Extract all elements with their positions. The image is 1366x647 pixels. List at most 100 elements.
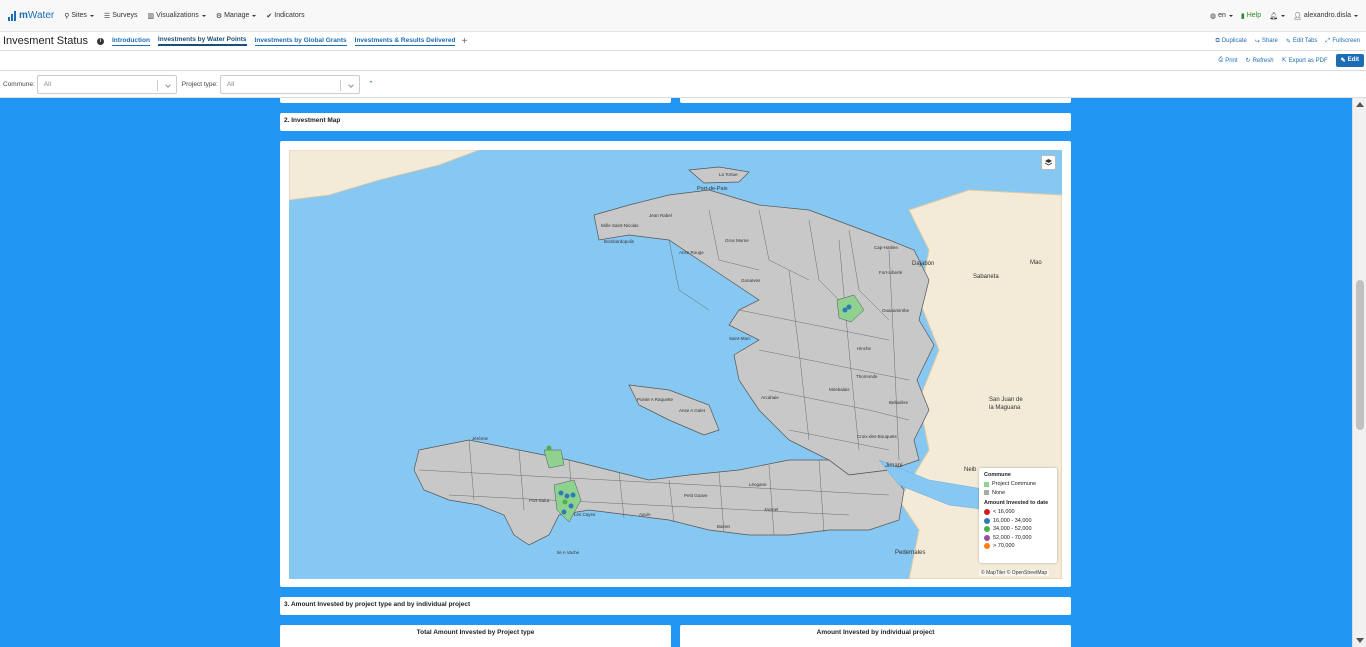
map-label: Jean Rabel: [649, 213, 672, 218]
map-label: Belladère: [889, 400, 909, 405]
section-header-amount-invested: 3. Amount Invested by project type and b…: [280, 597, 1071, 615]
page-scrollbar[interactable]: [1352, 98, 1366, 647]
legend-item: > 70,000: [984, 542, 1052, 551]
map-marker-icon: ⚲: [64, 12, 70, 20]
tab-introduction[interactable]: Introduction: [112, 37, 150, 46]
map-label: Anse Rouge: [679, 250, 704, 255]
info-icon[interactable]: i: [97, 37, 104, 45]
caret-down-icon: [1281, 14, 1286, 17]
map-label: Arcahaie: [761, 395, 779, 400]
map-label: Anse A Galet: [679, 408, 706, 413]
cuba-land: [289, 150, 480, 201]
map-label: Saint-Marc: [729, 336, 751, 341]
nav-indicators-label: Indicators: [274, 12, 305, 19]
tab-actions: ⧉ Duplicate ↪ Share ✎ Edit Tabs ⤢ Fullscreen: [1216, 38, 1360, 45]
user-icon: 👤︎: [1293, 12, 1302, 20]
share-icon: ↪: [1254, 38, 1260, 45]
refresh-label: Refresh: [1252, 57, 1274, 64]
print-label: Print: [1225, 57, 1238, 64]
scrollbar-thumb[interactable]: [1356, 280, 1364, 430]
legend-item: Project Commune: [984, 480, 1052, 489]
refresh-button[interactable]: ↻ Refresh: [1246, 57, 1274, 65]
duplicate-label: Duplicate: [1221, 38, 1247, 44]
dashboard-action-row: ⎙ Print ↻ Refresh ⇱ Export as PDF ✎ Edit: [0, 51, 1366, 71]
investment-map[interactable]: La Tortue Port-de-Paix Jean Rabel Môle S…: [289, 150, 1062, 579]
legend-commune-title: Commune: [984, 472, 1011, 478]
project-type-filter-select[interactable]: All: [219, 74, 360, 94]
previous-widget-right: [680, 98, 1071, 103]
tab-investments-by-global-grants[interactable]: Investments by Global Grants: [254, 37, 347, 46]
nav-indicators[interactable]: ✔ Indicators: [266, 12, 304, 20]
map-label: Ouanaminthe: [882, 308, 910, 313]
nav-sites-label: Sites: [71, 12, 87, 19]
bar-chart-icon: ▥: [147, 12, 155, 20]
map-label: Jimaní: [885, 463, 903, 469]
edit-tabs-button[interactable]: ✎ Edit Tabs: [1286, 38, 1318, 45]
map-label: Mao: [1030, 260, 1042, 266]
legend-item: 16,000 - 34,000: [984, 517, 1052, 526]
copy-icon: ⧉: [1215, 37, 1220, 44]
map-label: Neib: [964, 467, 977, 473]
commune-filter-value: All: [43, 80, 52, 88]
haiti-north-land: [593, 189, 935, 476]
notifications-button[interactable]: 🔔︎: [1269, 12, 1286, 20]
edit-tabs-label: Edit Tabs: [1292, 38, 1318, 44]
mwater-logo[interactable]: m Water: [8, 10, 54, 21]
map-label: Croix-des-Bouquets: [857, 434, 897, 439]
nav-manage[interactable]: ⚙ Manage: [216, 12, 257, 20]
edit-button[interactable]: ✎ Edit: [1335, 54, 1364, 67]
scroll-up-arrow-icon[interactable]: [1356, 102, 1364, 107]
commune-filter-label: Commune:: [3, 80, 35, 88]
map-label: Hinche: [857, 346, 872, 351]
individual-project-widget: Amount Invested by individual project: [680, 625, 1071, 647]
share-label: Share: [1261, 38, 1278, 44]
legend-label: 16,000 - 34,000: [993, 517, 1032, 524]
duplicate-button[interactable]: ⧉ Duplicate: [1216, 38, 1247, 45]
select-separator: [339, 79, 341, 91]
legend-label: Project Commune: [992, 481, 1037, 488]
print-button[interactable]: ⎙ Print: [1218, 57, 1237, 64]
language-label: en: [1218, 12, 1226, 19]
export-pdf-button[interactable]: ⇱ Export as PDF: [1282, 57, 1328, 65]
help-link[interactable]: ▮ Help: [1241, 12, 1261, 20]
nav-sites[interactable]: ⚲ Sites: [64, 12, 94, 20]
legend-item: 34,000 - 52,000: [984, 525, 1052, 534]
fullscreen-button[interactable]: ⤢ Fullscreen: [1326, 38, 1361, 45]
share-button[interactable]: ↪ Share: [1255, 38, 1278, 45]
map-label: Thomonde: [856, 374, 878, 379]
caret-down-icon: [1228, 14, 1233, 17]
legend-dot: [984, 534, 990, 541]
tab-investments-by-water-points[interactable]: Investments by Water Points: [157, 36, 247, 46]
filter-bar: Commune: All Project type: All ⌃: [0, 71, 1366, 98]
map-layers-button[interactable]: [1041, 155, 1056, 170]
expand-icon: ⤢: [1325, 37, 1331, 44]
nav-visualizations[interactable]: ▥ Visualizations: [148, 12, 206, 20]
map-attribution[interactable]: © MapTiler © OpenStreetMap: [979, 570, 1050, 576]
page-title: Invesment Status: [3, 35, 88, 47]
legend-label: None: [992, 489, 1006, 496]
total-by-type-widget: Total Amount Invested by Project type: [280, 625, 671, 647]
map-label: Bainet: [717, 524, 730, 529]
commune-filter-select[interactable]: All: [36, 74, 177, 94]
map-label: Sabaneta: [973, 274, 999, 280]
previous-widget-left: [280, 98, 671, 103]
collapse-filters-icon[interactable]: ⌃: [368, 80, 374, 88]
add-tab-icon[interactable]: +: [461, 36, 467, 47]
pencil-icon: ✎: [1340, 58, 1346, 64]
map-label: Ile A Vache: [557, 550, 580, 555]
map-label: Port-de-Paix: [697, 186, 728, 192]
map-label: Petit Goave: [684, 493, 708, 498]
map-label: Pointe A Raquette: [637, 397, 674, 402]
language-selector[interactable]: ◍ en: [1210, 12, 1233, 20]
tab-investments-results-delivered[interactable]: Investments & Results Delivered: [354, 37, 456, 46]
edit-label: Edit: [1347, 57, 1359, 63]
user-menu[interactable]: 👤︎ alexandro.disla: [1293, 12, 1358, 20]
legend-dot: [984, 543, 990, 550]
map-label: Les Cayes: [574, 512, 596, 517]
logo-bars-icon: [8, 10, 16, 21]
check-circle-icon: ✔: [266, 12, 273, 20]
top-navbar: m Water ⚲ Sites ☰ Surveys ▥ Visualizations ⚙…: [0, 0, 1366, 32]
map-label: Aquin: [639, 512, 651, 517]
nav-surveys[interactable]: ☰ Surveys: [104, 12, 138, 20]
scroll-down-arrow-icon[interactable]: [1356, 638, 1364, 643]
